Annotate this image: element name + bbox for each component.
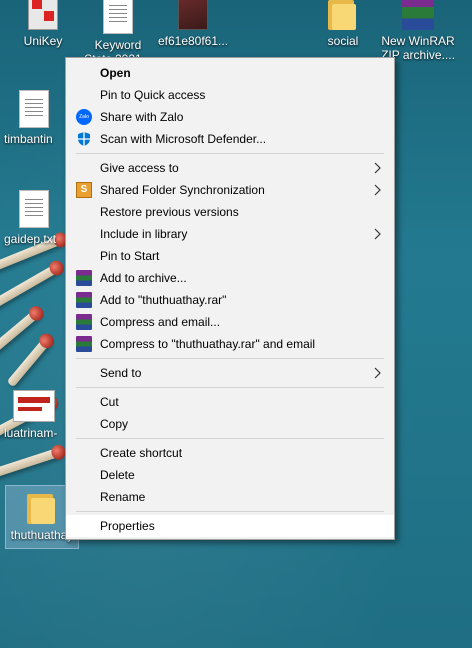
menu-item-include-library[interactable]: Include in library xyxy=(66,223,394,245)
menu-separator xyxy=(76,387,384,388)
menu-item-label: Compress to "thuthuathay.rar" and email xyxy=(100,337,316,351)
zalo-icon: Zalo xyxy=(76,109,92,125)
menu-item-restore-versions[interactable]: Restore previous versions xyxy=(66,201,394,223)
shield-icon xyxy=(76,131,92,147)
desktop-icon-social[interactable]: social xyxy=(305,0,381,48)
menu-item-label: Add to archive... xyxy=(100,271,187,285)
desktop-icon-luatrinam[interactable]: luatrinam- xyxy=(4,390,64,440)
menu-item-open[interactable]: Open xyxy=(66,62,394,84)
image-thumbnail-icon xyxy=(178,0,208,30)
menu-item-label: Open xyxy=(100,66,131,80)
menu-item-label: Properties xyxy=(100,519,155,533)
chevron-right-icon xyxy=(372,223,384,245)
menu-separator xyxy=(76,511,384,512)
menu-item-label: Cut xyxy=(100,395,119,409)
menu-separator xyxy=(76,153,384,154)
document-icon xyxy=(19,190,49,228)
winrar-icon xyxy=(76,270,92,286)
icon-label: luatrinam- xyxy=(4,426,58,440)
menu-item-compress-rar-email[interactable]: Compress to "thuthuathay.rar" and email xyxy=(66,333,394,355)
winrar-icon xyxy=(76,336,92,352)
menu-item-label: Give access to xyxy=(100,161,179,175)
menu-item-properties[interactable]: Properties xyxy=(66,515,394,537)
menu-item-give-access[interactable]: Give access to xyxy=(66,157,394,179)
context-menu: Open Pin to Quick access Zalo Share with… xyxy=(65,57,395,540)
menu-item-label: Create shortcut xyxy=(100,446,183,460)
menu-item-label: Include in library xyxy=(100,227,188,241)
menu-item-add-archive[interactable]: Add to archive... xyxy=(66,267,394,289)
menu-item-label: Scan with Microsoft Defender... xyxy=(100,132,267,146)
menu-item-label: Add to "thuthuathay.rar" xyxy=(100,293,227,307)
winrar-icon xyxy=(76,314,92,330)
menu-item-label: Compress and email... xyxy=(100,315,221,329)
unikey-icon xyxy=(28,0,58,30)
document-icon xyxy=(103,0,133,34)
sync-icon: S xyxy=(76,182,92,198)
menu-item-share-zalo[interactable]: Zalo Share with Zalo xyxy=(66,106,394,128)
menu-item-label: Delete xyxy=(100,468,135,482)
document-icon xyxy=(19,90,49,128)
menu-item-label: Restore previous versions xyxy=(100,205,239,219)
menu-item-label: Shared Folder Synchronization xyxy=(100,183,265,197)
icon-label: ef61e80f61... xyxy=(157,34,229,48)
menu-item-label: Rename xyxy=(100,490,146,504)
menu-item-scan-defender[interactable]: Scan with Microsoft Defender... xyxy=(66,128,394,150)
matchstick-decoration xyxy=(0,258,67,311)
folder-icon xyxy=(27,490,57,524)
chevron-right-icon xyxy=(372,362,384,384)
menu-item-send-to[interactable]: Send to xyxy=(66,362,394,384)
desktop-icon-timbantin[interactable]: timbantin xyxy=(4,90,64,146)
folder-icon xyxy=(328,0,358,30)
menu-item-label: Pin to Quick access xyxy=(100,88,206,102)
matchstick-decoration xyxy=(0,442,68,479)
menu-item-create-shortcut[interactable]: Create shortcut xyxy=(66,442,394,464)
menu-item-add-to-rar[interactable]: Add to "thuthuathay.rar" xyxy=(66,289,394,311)
icon-label: social xyxy=(327,34,359,48)
menu-separator xyxy=(76,438,384,439)
image-thumbnail-icon xyxy=(13,390,55,422)
desktop-icon-image[interactable]: ef61e80f61... xyxy=(155,0,231,48)
icon-label: gaidep.txt xyxy=(4,232,57,246)
desktop-icon-gaidep[interactable]: gaidep.txt xyxy=(4,190,64,246)
menu-item-copy[interactable]: Copy xyxy=(66,413,394,435)
menu-item-rename[interactable]: Rename xyxy=(66,486,394,508)
matchstick-decoration xyxy=(6,330,57,388)
icon-label: UniKey xyxy=(23,34,63,48)
winrar-icon xyxy=(76,292,92,308)
menu-item-pin-quick-access[interactable]: Pin to Quick access xyxy=(66,84,394,106)
menu-item-delete[interactable]: Delete xyxy=(66,464,394,486)
desktop-icon-winrar-archive[interactable]: New WinRAR ZIP archive.... xyxy=(380,0,456,62)
menu-separator xyxy=(76,358,384,359)
chevron-right-icon xyxy=(372,157,384,179)
menu-item-label: Send to xyxy=(100,366,142,380)
desktop: UniKey Keyword Stats 2021... ef61e80f61.… xyxy=(0,0,472,648)
menu-item-label: Pin to Start xyxy=(100,249,160,263)
menu-item-pin-start[interactable]: Pin to Start xyxy=(66,245,394,267)
menu-item-shared-folder-sync[interactable]: S Shared Folder Synchronization xyxy=(66,179,394,201)
menu-item-compress-email[interactable]: Compress and email... xyxy=(66,311,394,333)
chevron-right-icon xyxy=(372,179,384,201)
menu-item-label: Share with Zalo xyxy=(100,110,184,124)
winrar-icon xyxy=(402,0,434,30)
icon-label: timbantin xyxy=(4,132,53,146)
menu-item-label: Copy xyxy=(100,417,129,431)
menu-item-cut[interactable]: Cut xyxy=(66,391,394,413)
desktop-icon-unikey[interactable]: UniKey xyxy=(5,0,81,48)
